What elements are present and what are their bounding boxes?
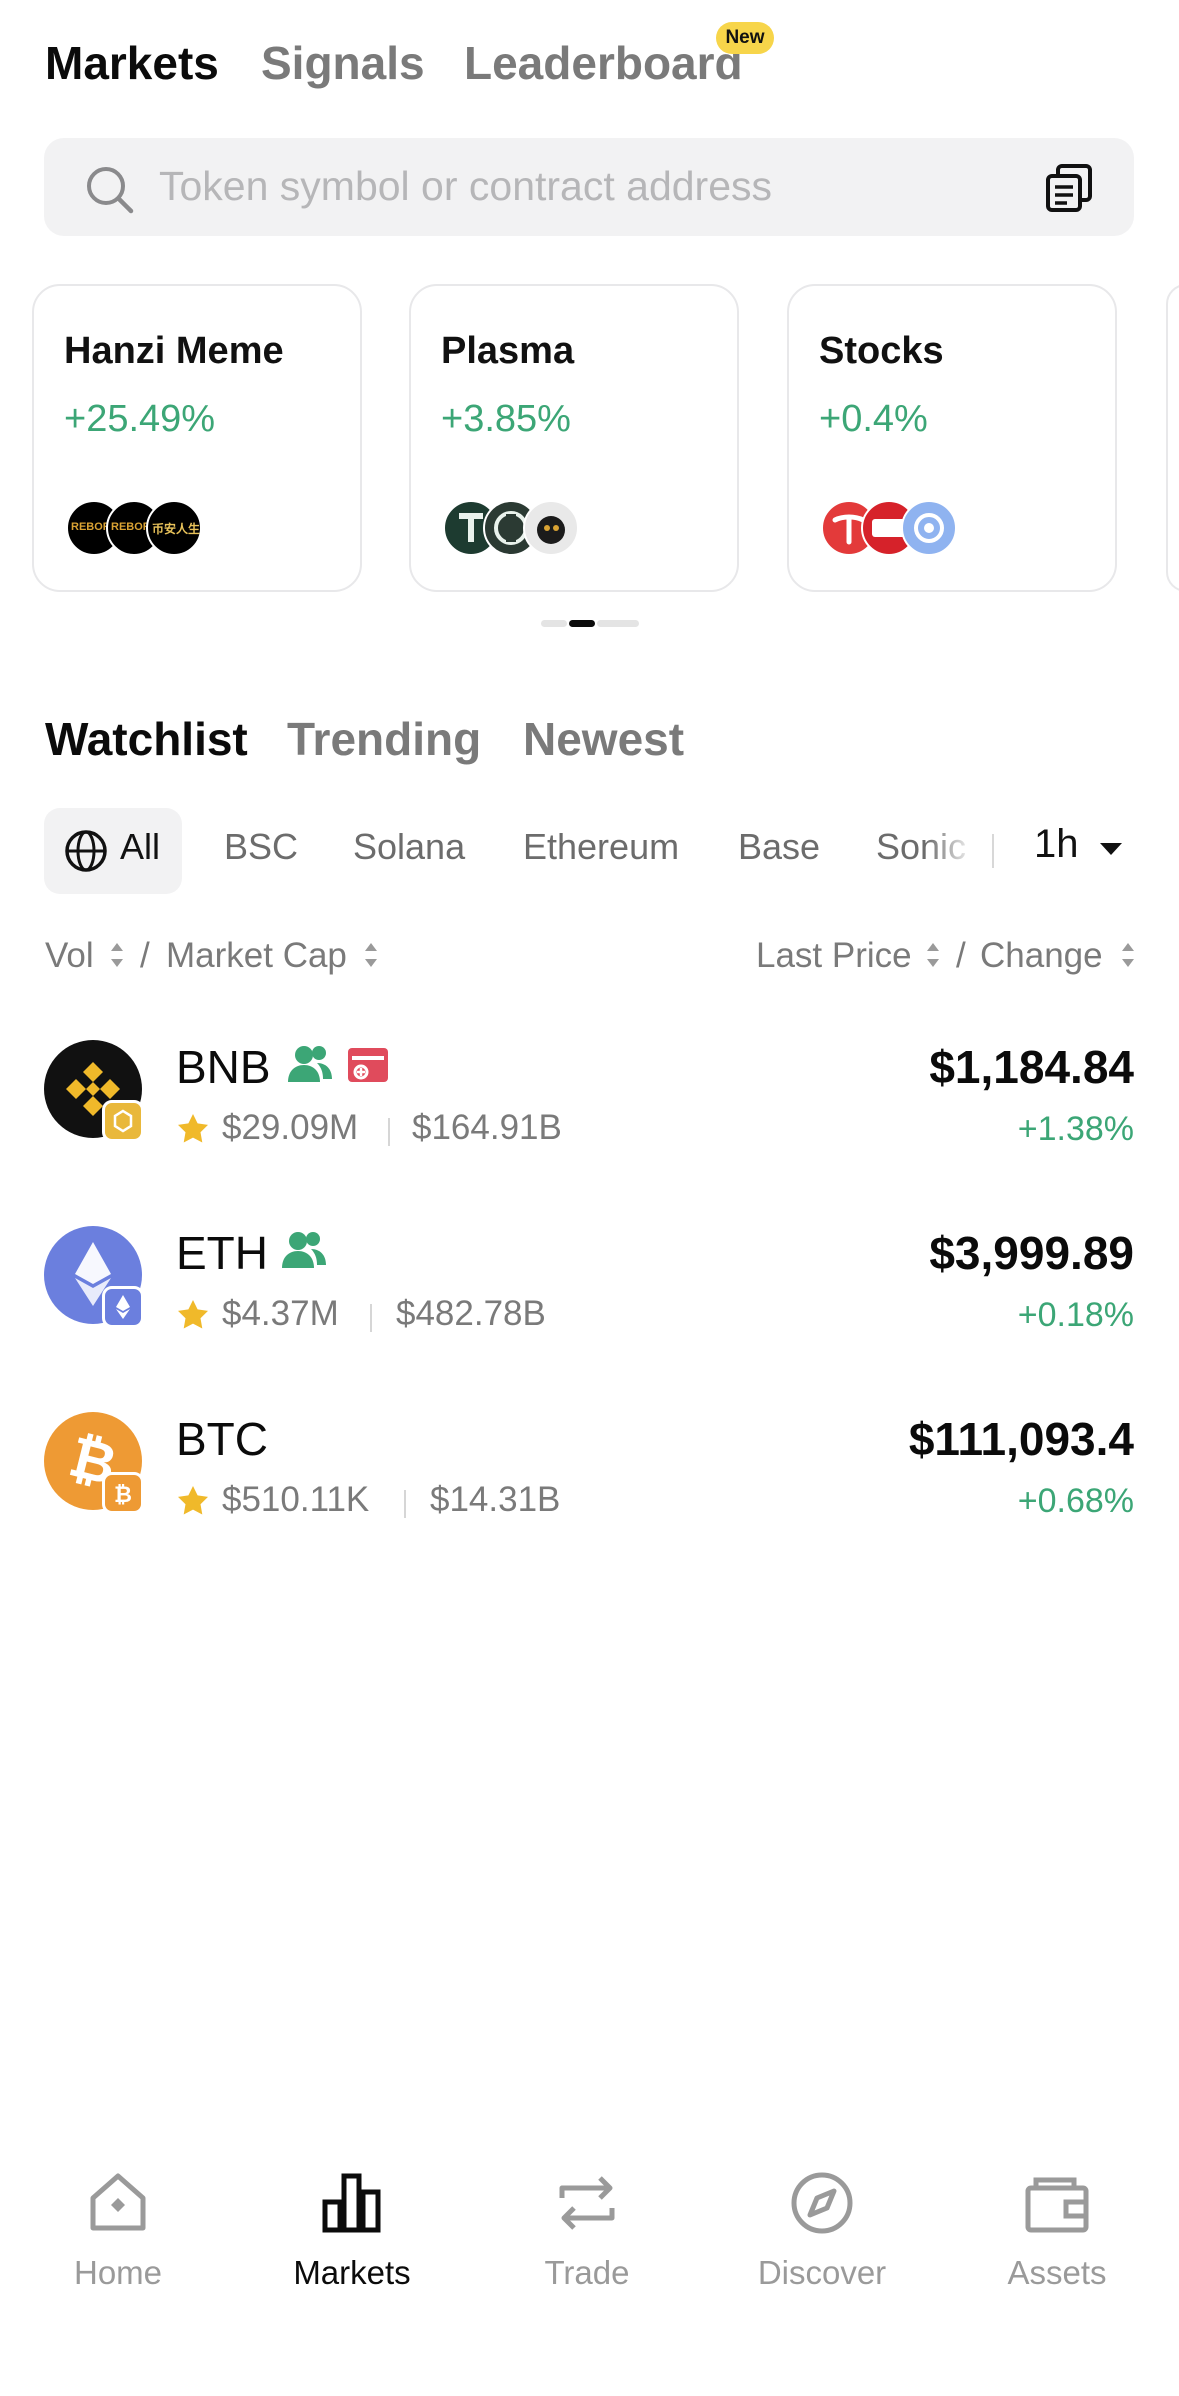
token-volume: $510.11K bbox=[222, 1480, 370, 1519]
col-change[interactable]: Change bbox=[980, 936, 1103, 976]
category-card-hanzi-meme[interactable]: Hanzi Meme +25.49% REBOR REBOR 币安人生 bbox=[32, 284, 362, 592]
chain-filter-bsc[interactable]: BSC bbox=[224, 826, 298, 868]
nav-label: Trade bbox=[544, 2254, 630, 2291]
sort-icon[interactable] bbox=[110, 941, 124, 969]
chain-filter-ethereum[interactable]: Ethereum bbox=[523, 826, 679, 868]
alpha-icon bbox=[348, 1048, 388, 1082]
category-change: +0.4% bbox=[819, 398, 928, 440]
pager-dot bbox=[541, 620, 567, 627]
home-icon bbox=[90, 2173, 146, 2231]
nav-label: Assets bbox=[1007, 2254, 1107, 2291]
token-change: +0.18% bbox=[1017, 1296, 1134, 1334]
scroll-fade bbox=[926, 808, 996, 894]
divider bbox=[388, 1118, 390, 1146]
trade-icon bbox=[559, 2176, 615, 2230]
star-icon[interactable] bbox=[176, 1484, 210, 1516]
sort-icon[interactable] bbox=[364, 941, 378, 969]
search-bar[interactable]: Token symbol or contract address bbox=[44, 138, 1134, 236]
category-title: Hanzi Meme bbox=[64, 330, 284, 372]
community-icon bbox=[282, 1232, 326, 1268]
token-market-cap: $482.78B bbox=[396, 1294, 546, 1333]
nav-label: Home bbox=[73, 2254, 163, 2291]
ethereum-chain-badge bbox=[102, 1286, 144, 1328]
new-badge: New bbox=[716, 22, 774, 54]
svg-text:₿: ₿ bbox=[114, 1483, 132, 1508]
pager-dot-active bbox=[569, 620, 595, 627]
divider bbox=[992, 834, 994, 868]
nav-markets[interactable]: Markets bbox=[262, 2168, 442, 2298]
timeframe-select[interactable]: 1h bbox=[1034, 822, 1079, 867]
search-input[interactable]: Token symbol or contract address bbox=[159, 163, 772, 210]
nav-trade[interactable]: Trade bbox=[497, 2168, 677, 2298]
discover-icon bbox=[791, 2172, 853, 2234]
token-market-cap: $164.91B bbox=[412, 1108, 562, 1147]
col-separator: / bbox=[956, 936, 966, 975]
sort-icon[interactable] bbox=[1121, 941, 1135, 969]
nav-discover[interactable]: Discover bbox=[732, 2168, 912, 2298]
token-price: $111,093.4 bbox=[908, 1413, 1134, 1465]
search-icon bbox=[87, 167, 134, 214]
markets-icon bbox=[322, 2173, 381, 2233]
nav-label: Discover bbox=[757, 2254, 887, 2291]
pager-dot bbox=[597, 620, 639, 627]
category-card-stocks[interactable]: Stocks +0.4% bbox=[787, 284, 1117, 592]
tab-markets[interactable]: Markets bbox=[45, 36, 219, 90]
category-title: Plasma bbox=[441, 330, 575, 372]
divider bbox=[370, 1304, 372, 1332]
token-row-btc[interactable]: ₿ ₿ BTC $510.11K $14.31B $111,093.4 +0.6… bbox=[0, 1390, 1179, 1550]
tab-watchlist[interactable]: Watchlist bbox=[45, 712, 248, 766]
category-title: Stocks bbox=[819, 330, 944, 372]
token-volume: $29.09M bbox=[222, 1108, 359, 1147]
community-icon bbox=[288, 1046, 332, 1082]
token-change: +0.68% bbox=[1017, 1482, 1134, 1520]
tab-signals[interactable]: Signals bbox=[261, 36, 425, 90]
token-change: +1.38% bbox=[1017, 1110, 1134, 1148]
caret-down-icon[interactable] bbox=[1098, 840, 1124, 858]
chain-filter-all[interactable]: All bbox=[44, 808, 182, 894]
col-market-cap[interactable]: Market Cap bbox=[166, 936, 347, 976]
coin-logo bbox=[901, 500, 957, 556]
star-icon[interactable] bbox=[176, 1298, 210, 1330]
token-price: $3,999.89 bbox=[929, 1227, 1134, 1279]
nav-home[interactable]: Home bbox=[28, 2168, 208, 2298]
token-symbol: BNB bbox=[176, 1041, 271, 1093]
category-change: +3.85% bbox=[441, 398, 571, 440]
tab-trending[interactable]: Trending bbox=[287, 712, 481, 766]
chain-filter-base[interactable]: Base bbox=[738, 826, 820, 868]
token-row-eth[interactable]: ETH $4.37M $482.78B $3,999.89 +0.18% bbox=[0, 1204, 1179, 1364]
chain-filter-solana[interactable]: Solana bbox=[353, 826, 465, 868]
category-change: +25.49% bbox=[64, 398, 216, 440]
coin-logo: 币安人生 bbox=[146, 500, 202, 556]
col-separator: / bbox=[140, 936, 150, 975]
token-price: $1,184.84 bbox=[929, 1041, 1134, 1093]
nav-label: Markets bbox=[293, 2254, 411, 2291]
assets-icon bbox=[1025, 2177, 1089, 2233]
bitcoin-chain-badge: ₿ bbox=[102, 1472, 144, 1514]
tab-newest[interactable]: Newest bbox=[523, 712, 684, 766]
star-icon[interactable] bbox=[176, 1112, 210, 1144]
token-symbol: ETH bbox=[176, 1227, 268, 1279]
divider bbox=[404, 1490, 406, 1518]
nav-assets[interactable]: Assets bbox=[967, 2168, 1147, 2298]
token-volume: $4.37M bbox=[222, 1294, 339, 1333]
tab-leaderboard[interactable]: Leaderboard bbox=[464, 36, 743, 90]
paste-icon[interactable] bbox=[1042, 160, 1098, 216]
token-row-bnb[interactable]: BNB $29.09M $164.91B $1,184.84 +1.38% bbox=[0, 1018, 1179, 1178]
col-vol[interactable]: Vol bbox=[45, 936, 94, 976]
token-symbol: BTC bbox=[176, 1413, 268, 1465]
sort-icon[interactable] bbox=[926, 941, 940, 969]
category-card-plasma[interactable]: Plasma +3.85% bbox=[409, 284, 739, 592]
bsc-chain-badge bbox=[102, 1100, 144, 1142]
col-last-price[interactable]: Last Price bbox=[756, 936, 912, 976]
coin-logo bbox=[523, 500, 579, 556]
token-market-cap: $14.31B bbox=[430, 1480, 561, 1519]
category-card-next[interactable] bbox=[1166, 284, 1179, 592]
globe-icon bbox=[65, 830, 107, 872]
chain-label-all: All bbox=[120, 826, 161, 867]
